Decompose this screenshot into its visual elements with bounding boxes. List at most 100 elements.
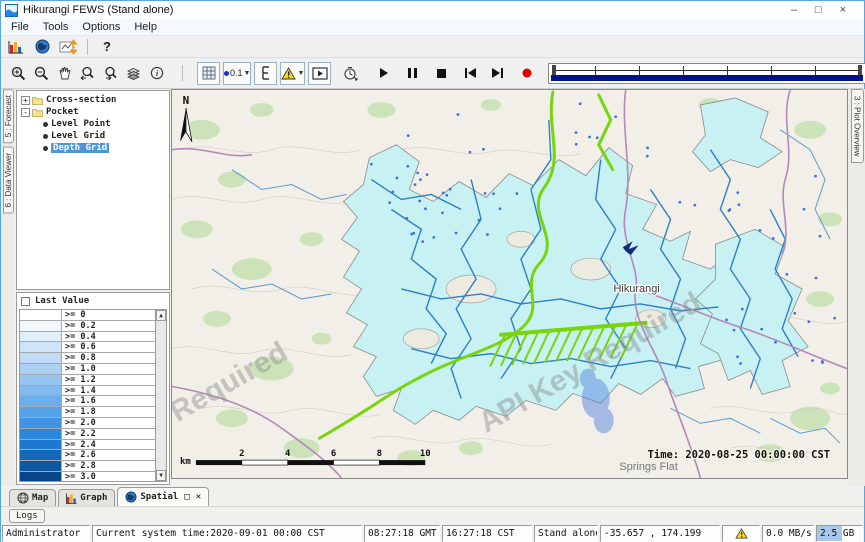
svg-text:10: 10 (420, 449, 431, 459)
legend-label: >= 1.4 (62, 386, 96, 396)
legend-row[interactable]: >= 2.6 (20, 450, 155, 461)
minimize-button[interactable]: – (791, 4, 797, 16)
svg-text:N: N (183, 94, 190, 107)
logs-button[interactable]: Logs (9, 509, 45, 523)
legend-swatch (20, 353, 62, 363)
svg-text:km: km (180, 457, 191, 467)
legend-label: >= 1.8 (62, 407, 96, 417)
expand-icon[interactable]: + (21, 96, 30, 105)
zoom-out-button[interactable] (30, 62, 53, 85)
animation-export-button[interactable] (308, 62, 331, 85)
legend-row[interactable]: >= 2.2 (20, 429, 155, 440)
legend-row[interactable]: >= 2.8 (20, 461, 155, 472)
tab-spatial[interactable]: Spatial □ ✕ (117, 487, 209, 506)
scroll-track[interactable] (156, 321, 166, 470)
legend-row[interactable]: >= 0.2 (20, 321, 155, 332)
collapse-icon[interactable]: - (21, 108, 30, 117)
legend-label: >= 2.0 (62, 418, 96, 428)
timeseries-import-button[interactable] (57, 37, 79, 56)
tree-item-cross-section[interactable]: + Cross-section (17, 94, 169, 106)
legend-row[interactable]: >= 2.4 (20, 440, 155, 451)
legend-row[interactable]: >= 1.6 (20, 396, 155, 407)
tab-forecast[interactable]: 5 : Forecast (3, 89, 14, 143)
pause-button[interactable] (401, 62, 424, 85)
help-button[interactable]: ? (96, 37, 118, 56)
wire-globe-icon (17, 492, 29, 504)
legend-scrollbar[interactable]: ▲ ▼ (155, 310, 166, 481)
maximize-button[interactable]: □ (815, 4, 822, 16)
legend-row[interactable]: >= 1.0 (20, 364, 155, 375)
zoom-previous-button[interactable] (76, 62, 99, 85)
tree-item-depth-grid[interactable]: Depth Grid (17, 142, 169, 154)
grid-display-button[interactable] (5, 37, 27, 56)
last-value-checkbox[interactable] (21, 297, 30, 306)
tab-plot-overview[interactable]: 3 : Plot Overview (851, 89, 864, 163)
marker-size-value: 0.1 (230, 68, 243, 78)
legend-row[interactable]: >= 0.6 (20, 342, 155, 353)
layers-button[interactable] (122, 62, 145, 85)
status-network-rate: 0.0 MB/s (762, 525, 814, 542)
legend-row[interactable]: >= 2.0 (20, 418, 155, 429)
tree-item-pocket[interactable]: - Pocket (17, 106, 169, 118)
animation-timer-button[interactable] (339, 62, 362, 85)
tree-item-label: Pocket (46, 107, 79, 117)
legend-row[interactable]: >= 0.8 (20, 353, 155, 364)
grid-toggle-button[interactable] (197, 62, 220, 85)
play-button[interactable] (372, 62, 395, 85)
tab-map-label: Map (32, 493, 48, 503)
legend-swatch (20, 386, 62, 396)
app-window: Hikurangi FEWS (Stand alone) – □ × File … (0, 0, 865, 542)
record-button[interactable] (515, 62, 538, 85)
tree-item-level-grid[interactable]: Level Grid (17, 130, 169, 142)
legend-row[interactable]: >= 1.4 (20, 386, 155, 397)
info-button[interactable]: i (145, 62, 168, 85)
map-display-button[interactable] (31, 37, 53, 56)
map-column: API Key Required API Key Required N km (171, 89, 848, 486)
zoom-in-button[interactable] (7, 62, 30, 85)
tab-map[interactable]: Map (9, 489, 56, 506)
legend-label: >= 0.4 (62, 332, 96, 342)
legend-label: >= 0 (62, 310, 85, 320)
legend-row[interactable]: >= 0 (20, 310, 155, 321)
thresholds-warning-dropdown[interactable]: ▼ (280, 62, 305, 85)
legend-row[interactable]: >= 1.8 (20, 407, 155, 418)
zoom-next-button[interactable] (99, 62, 122, 85)
time-slider[interactable] (548, 63, 865, 84)
legend-row[interactable]: >= 0.4 (20, 332, 155, 343)
close-button[interactable]: × (840, 4, 846, 16)
marker-size-dropdown[interactable]: 0.1 ▼ (223, 62, 251, 85)
legend-row[interactable]: >= 1.2 (20, 375, 155, 386)
legend-label: >= 2.8 (62, 461, 96, 471)
legend-swatch (20, 429, 62, 439)
legend-row[interactable]: >= 3.0 (20, 472, 155, 481)
stop-button[interactable] (430, 62, 453, 85)
warning-icon (735, 528, 748, 539)
legend-swatch (20, 440, 62, 450)
step-forward-button[interactable] (486, 62, 509, 85)
legend-table-wrap: >= 0>= 0.2>= 0.4>= 0.6>= 0.8>= 1.0>= 1.2… (19, 309, 167, 482)
chevron-down-icon: ▼ (244, 70, 251, 77)
classification-button[interactable] (254, 62, 277, 85)
tab-graph[interactable]: Graph (58, 489, 115, 506)
scroll-up-icon[interactable]: ▲ (156, 310, 166, 321)
map-canvas[interactable]: API Key Required API Key Required N km (171, 89, 848, 479)
step-backward-button[interactable] (459, 62, 482, 85)
tab-data-viewer[interactable]: 6 : Data Viewer (3, 147, 14, 214)
tab-graph-label: Graph (80, 493, 107, 503)
tab-close-icon[interactable]: ✕ (196, 492, 201, 502)
tab-restore-icon[interactable]: □ (184, 492, 189, 502)
tree-item-label: Level Point (51, 119, 111, 129)
menu-options[interactable]: Options (76, 20, 126, 34)
status-warning-cell[interactable] (722, 525, 760, 542)
pan-hand-button[interactable] (53, 62, 76, 85)
bar-chart-icon (66, 493, 77, 504)
main-toolbar: ? (1, 36, 864, 58)
scroll-down-icon[interactable]: ▼ (156, 470, 166, 481)
status-mode: Stand alone (534, 525, 598, 542)
tree-item-level-point[interactable]: Level Point (17, 118, 169, 130)
legend-label: >= 2.4 (62, 440, 96, 450)
menu-tools[interactable]: Tools (37, 20, 75, 34)
globe-icon (125, 491, 137, 503)
menu-help[interactable]: Help (128, 20, 163, 34)
menu-file[interactable]: File (5, 20, 35, 34)
